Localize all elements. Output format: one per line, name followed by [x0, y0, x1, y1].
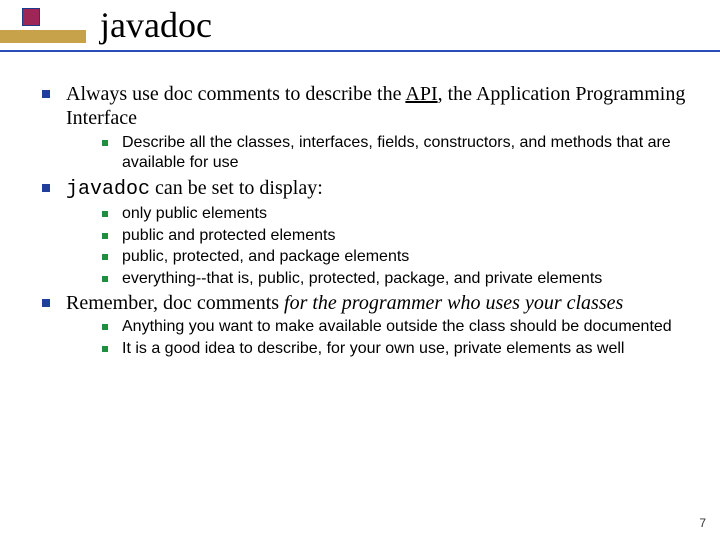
sub-bullet: It is a good idea to describe, for your … [96, 339, 692, 359]
page-number: 7 [699, 516, 706, 530]
sub-bullet-text: public and protected elements [122, 227, 335, 244]
bullet-javadoc-display: javadoc can be set to display: only publ… [36, 176, 692, 289]
text-fragment: Remember, doc comments [66, 292, 284, 314]
sub-bullet-text: public, protected, and package elements [122, 248, 409, 265]
sub-bullet-text: only public elements [122, 205, 267, 222]
content-body: Always use doc comments to describe the … [36, 82, 692, 361]
code-fragment: javadoc [66, 178, 150, 201]
bullet-remember: Remember, doc comments for the programme… [36, 291, 692, 359]
bullet-text: Always use doc comments to describe the … [66, 83, 685, 129]
deco-square-icon [22, 8, 40, 26]
text-fragment: can be set to display: [150, 177, 323, 199]
sub-bullet: public and protected elements [96, 226, 692, 246]
sub-bullet: everything--that is, public, protected, … [96, 269, 692, 289]
deco-gold-bar [0, 30, 86, 43]
slide: { "title": "javadoc", "bullets": [ { "pr… [0, 0, 720, 540]
italic-fragment: for the programmer who uses your classes [284, 292, 623, 314]
sub-bullet-text: Anything you want to make available outs… [122, 318, 672, 335]
bullet-text: javadoc can be set to display: [66, 177, 323, 199]
sub-bullet-text: everything--that is, public, protected, … [122, 270, 602, 287]
sub-bullet: only public elements [96, 204, 692, 224]
bullet-api: Always use doc comments to describe the … [36, 82, 692, 174]
sub-bullet: Describe all the classes, interfaces, fi… [96, 133, 692, 174]
sub-bullet-text: Describe all the classes, interfaces, fi… [122, 134, 671, 171]
sub-bullet: public, protected, and package elements [96, 247, 692, 267]
sub-bullet: Anything you want to make available outs… [96, 317, 692, 337]
bullet-text: Remember, doc comments for the programme… [66, 292, 623, 314]
api-link[interactable]: API [405, 83, 437, 105]
page-title: javadoc [100, 4, 212, 46]
text-fragment: Always use doc comments to describe the [66, 83, 405, 105]
sub-bullet-text: It is a good idea to describe, for your … [122, 340, 624, 357]
deco-blue-rule [0, 50, 720, 52]
